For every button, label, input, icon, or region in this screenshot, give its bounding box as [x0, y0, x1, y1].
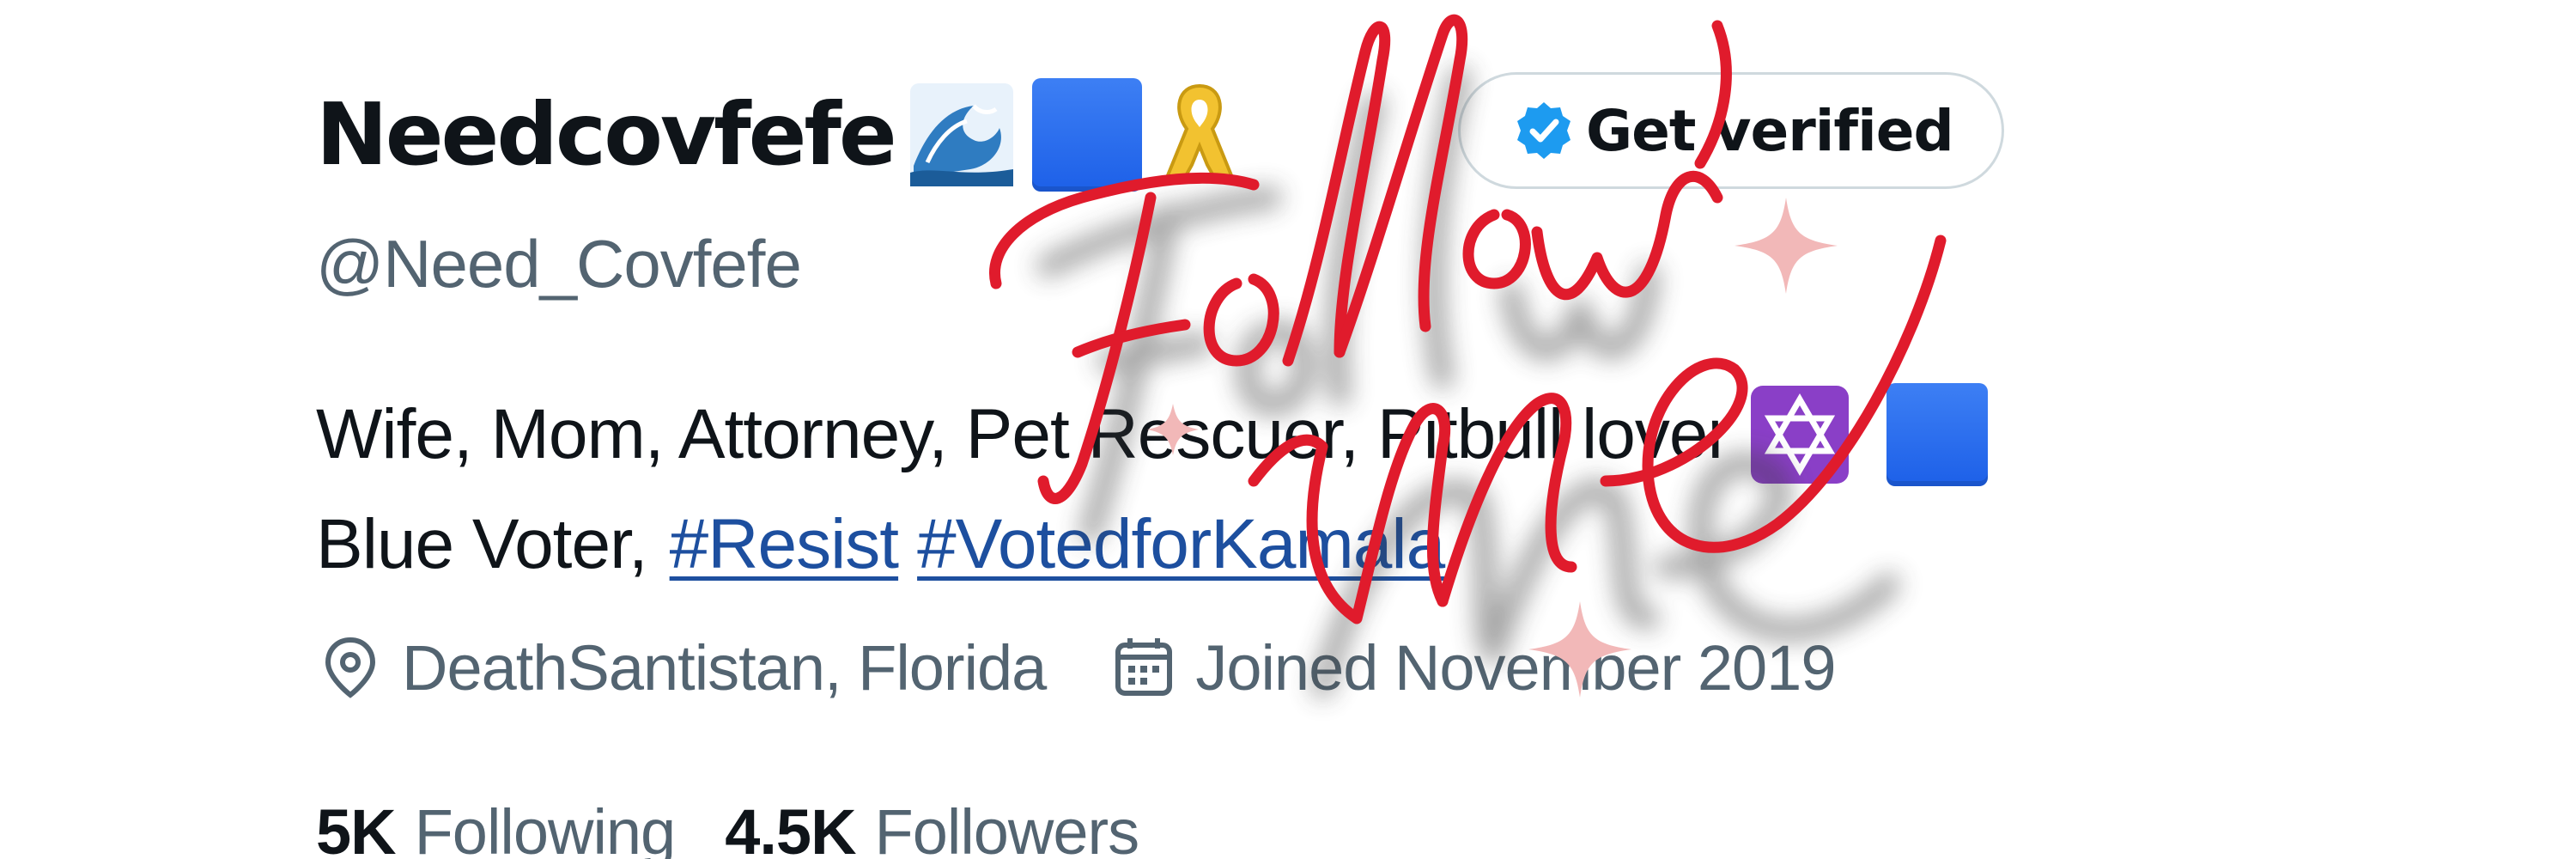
bio-line-2: Blue Voter, #Resist #VotedforKamala — [316, 490, 2291, 600]
bio-text-2: Blue Voter, — [316, 505, 648, 583]
location-text: DeathSantistan, Florida — [402, 631, 1047, 704]
yellow-ribbon-icon — [1161, 83, 1237, 186]
profile-header: Needcovfefe Get verified @Need_Covfefe W… — [316, 70, 2257, 859]
wave-emoji-icon — [909, 83, 1013, 186]
bio-text-1: Wife, Mom, Attorney, Pet Rescuer, Pitbul… — [316, 395, 1731, 473]
profile-meta: DeathSantistan, Florida Joined November … — [316, 620, 1836, 715]
calendar-icon — [1115, 638, 1173, 696]
joined-text: Joined November 2019 — [1195, 631, 1836, 704]
followers-label: Followers — [874, 795, 1140, 859]
get-verified-button[interactable]: Get verified — [1458, 72, 2004, 189]
get-verified-label: Get verified — [1586, 97, 1954, 164]
followers-count: 4.5K — [725, 795, 856, 859]
location-pin-icon — [325, 637, 376, 698]
follow-counts: 5K Following 4.5K Followers — [316, 789, 1139, 859]
display-name: Needcovfefe — [316, 84, 897, 185]
blue-square-icon — [1031, 78, 1142, 192]
user-handle: @Need_Covfefe — [316, 226, 802, 302]
star-of-david-icon — [1750, 386, 1849, 484]
bio-line-1: Wife, Mom, Attorney, Pet Rescuer, Pitbul… — [316, 380, 2291, 490]
canvas: Needcovfefe Get verified @Need_Covfefe W… — [0, 0, 2576, 859]
following-label: Following — [414, 795, 677, 859]
hashtag-resist-link[interactable]: #Resist — [670, 490, 899, 600]
followers-link[interactable]: 4.5K Followers — [725, 795, 1139, 859]
following-count: 5K — [316, 795, 397, 859]
bio: Wife, Mom, Attorney, Pet Rescuer, Pitbul… — [316, 380, 2291, 600]
bio-blue-square-icon — [1886, 383, 1988, 486]
verified-badge-icon — [1517, 102, 1571, 159]
name-row: Needcovfefe — [316, 70, 1247, 199]
hashtag-votedforkamala-link[interactable]: #VotedforKamala — [917, 490, 1445, 600]
joined-item: Joined November 2019 — [1109, 631, 1836, 704]
following-link[interactable]: 5K Following — [316, 795, 677, 859]
location-item: DeathSantistan, Florida — [316, 631, 1047, 704]
